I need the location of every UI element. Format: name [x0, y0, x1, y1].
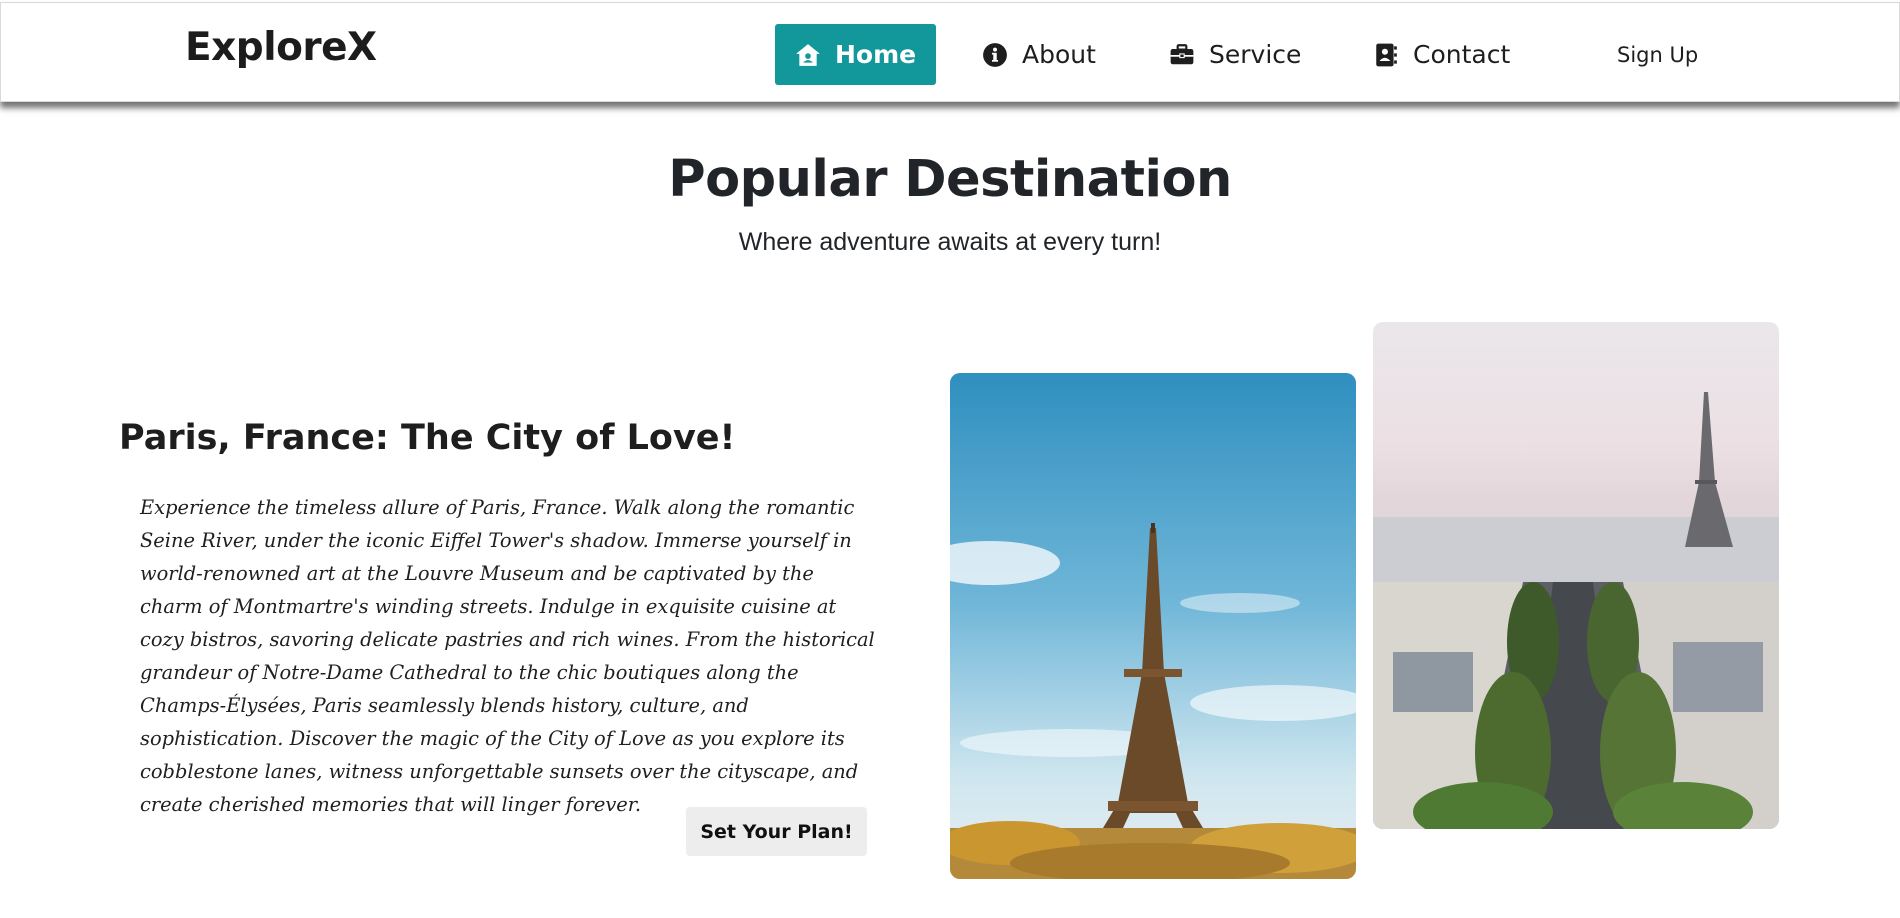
- nav-item-label: Service: [1209, 40, 1302, 69]
- nav-item-home[interactable]: Home: [775, 24, 937, 85]
- nav-item-contact[interactable]: Contact: [1373, 24, 1510, 85]
- nav-item-label: Contact: [1413, 40, 1511, 69]
- house-icon: [795, 42, 821, 68]
- nav-item-service[interactable]: Service: [1169, 24, 1301, 85]
- brand-logo[interactable]: ExploreX: [185, 25, 377, 70]
- info-circle-icon: [982, 42, 1008, 68]
- destination-heading: Paris, France: The City of Love!: [119, 418, 736, 458]
- section-subtitle: Where adventure awaits at every turn!: [738, 228, 1162, 256]
- section-title: Popular Destination: [668, 150, 1232, 209]
- eiffel-tower-photo: [950, 373, 1356, 879]
- sign-up-link[interactable]: Sign Up: [1617, 43, 1698, 67]
- nav-item-about[interactable]: About: [982, 24, 1096, 85]
- contact-book-icon: [1373, 42, 1399, 68]
- paris-cityscape-photo: [1373, 322, 1779, 829]
- briefcase-icon: [1169, 42, 1195, 68]
- nav-item-label: Home: [835, 40, 917, 69]
- nav-item-label: About: [1022, 40, 1096, 69]
- navbar: ExploreX Home About Service Contact Sign…: [0, 2, 1900, 102]
- set-your-plan-button[interactable]: Set Your Plan!: [686, 807, 867, 856]
- destination-description: Experience the timeless allure of Paris,…: [140, 496, 875, 816]
